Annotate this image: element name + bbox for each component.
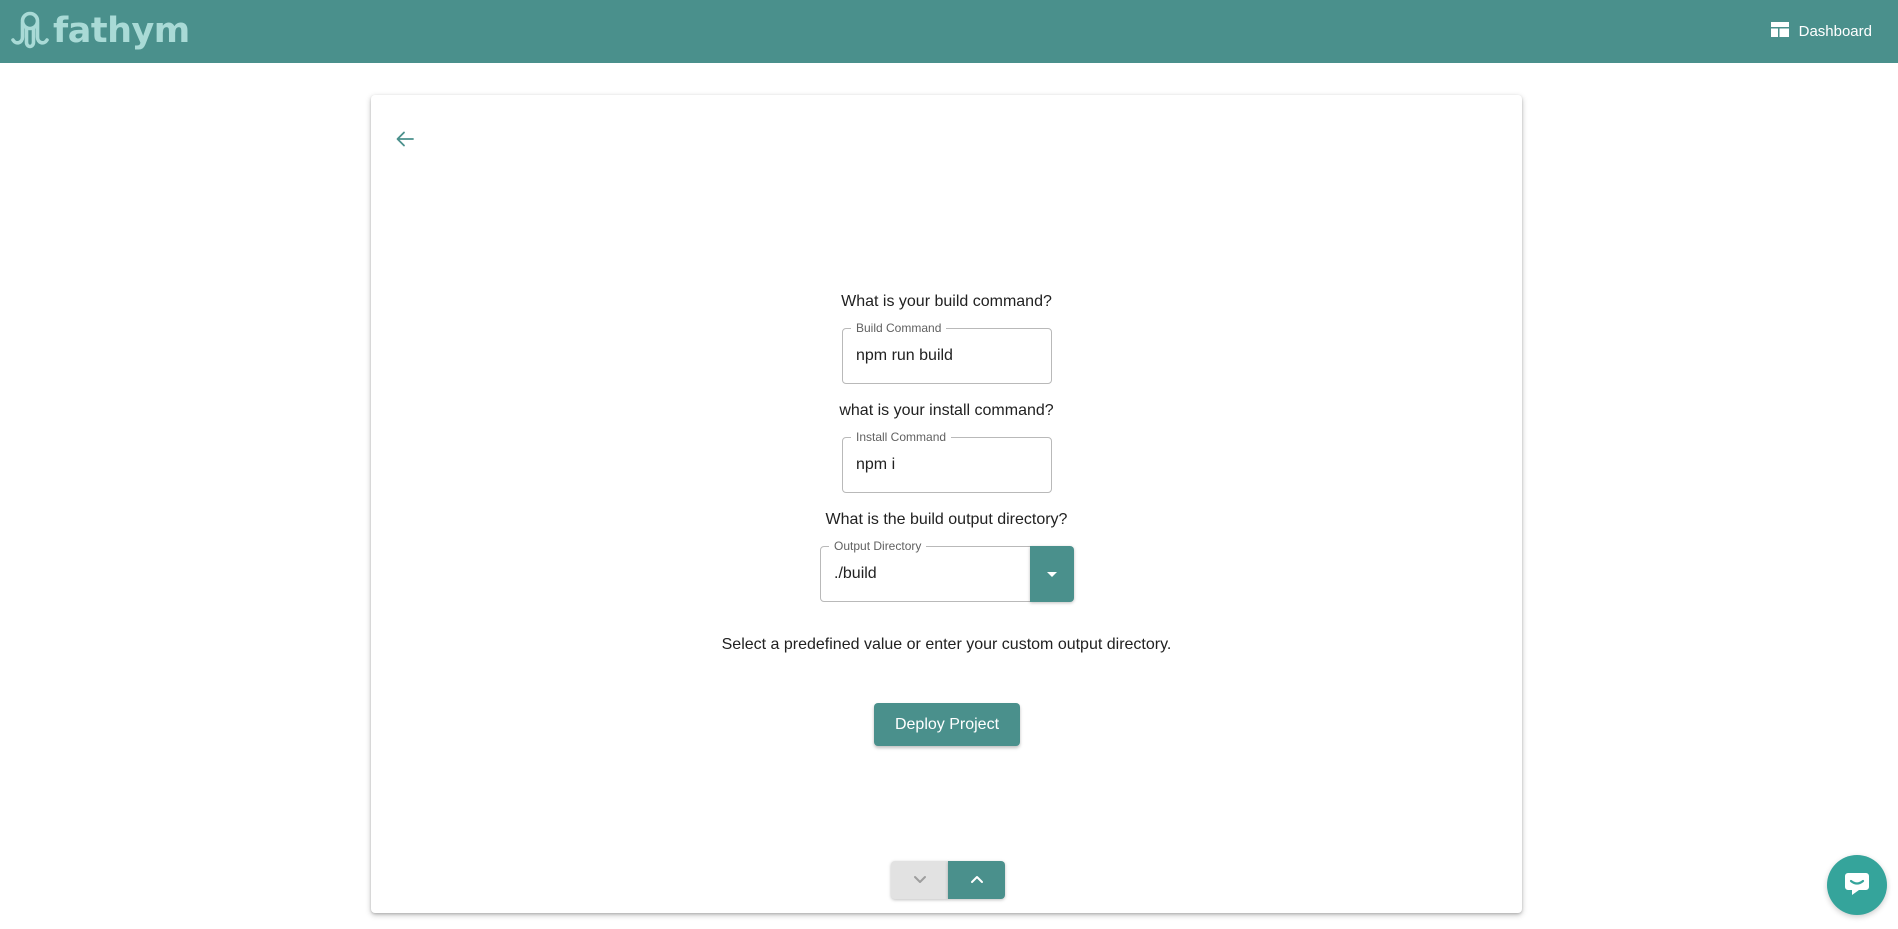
build-command-question: What is your build command? — [841, 293, 1052, 310]
step-up-button[interactable] — [948, 861, 1005, 899]
brand-name: fathym — [53, 11, 190, 51]
output-directory-field[interactable]: Output Directory ./build — [820, 539, 1032, 602]
top-navigation-bar: fathym Dashboard — [0, 0, 1898, 63]
chevron-down-icon — [913, 871, 927, 889]
chat-icon — [1842, 868, 1872, 903]
octopus-logo-icon — [10, 9, 50, 53]
install-command-field[interactable]: Install Command npm i — [842, 430, 1052, 493]
dashboard-label: Dashboard — [1798, 22, 1872, 40]
step-down-button[interactable] — [891, 861, 948, 899]
output-directory-input[interactable]: ./build — [834, 547, 877, 601]
output-directory-question: What is the build output directory? — [825, 511, 1068, 528]
chat-widget-button[interactable] — [1827, 855, 1887, 915]
brand-logo[interactable]: fathym — [10, 8, 190, 54]
deploy-project-button[interactable]: Deploy Project — [874, 703, 1020, 746]
dashboard-icon — [1770, 21, 1799, 41]
build-command-input[interactable]: npm run build — [856, 329, 953, 383]
back-button[interactable] — [385, 121, 425, 161]
install-command-question: what is your install command? — [839, 402, 1054, 419]
arrow-left-icon — [395, 129, 415, 154]
deploy-settings-card: What is your build command? Build Comman… — [371, 95, 1522, 913]
build-command-field[interactable]: Build Command npm run build — [842, 321, 1052, 384]
output-directory-dropdown-button[interactable] — [1030, 546, 1074, 602]
output-directory-hint: Select a predefined value or enter your … — [721, 636, 1172, 653]
dashboard-link[interactable]: Dashboard — [1770, 18, 1872, 44]
chevron-up-icon — [970, 871, 984, 889]
install-command-input[interactable]: npm i — [856, 438, 895, 492]
caret-down-icon — [1046, 565, 1058, 583]
